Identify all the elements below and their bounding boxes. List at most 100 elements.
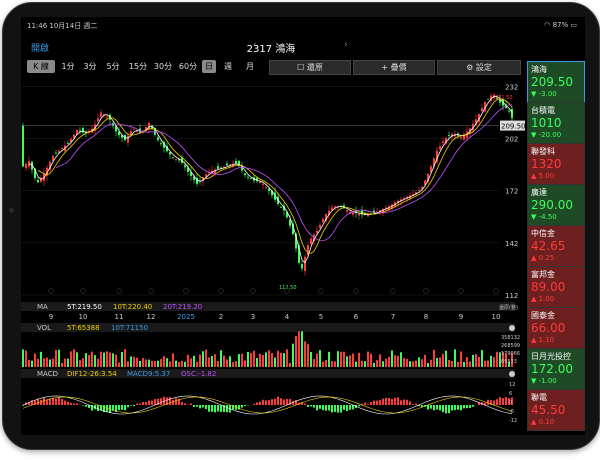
volume-bar — [121, 351, 123, 367]
stock-chart[interactable]: 232202172142112209.50 231.50 112.50 MA 5… — [21, 75, 525, 435]
watchlist-item-price: 290.00 — [531, 198, 573, 212]
macd-collapse-icon[interactable] — [509, 371, 515, 377]
volume-bar — [157, 360, 159, 367]
macd-bar — [181, 402, 183, 405]
macd-bar — [433, 405, 435, 411]
time-tick: 6 — [354, 313, 359, 321]
macd-bar — [469, 405, 471, 408]
watchlist-item[interactable]: 台積電 1010 ▼ -20.00 — [527, 102, 585, 144]
macd-tick: 12 — [509, 382, 515, 388]
candle-body — [481, 107, 483, 112]
volume-tick: 358132 — [501, 335, 520, 341]
period-week[interactable]: 週 — [221, 60, 235, 73]
watchlist-item[interactable]: 廣達 290.00 ▼ -4.50 — [527, 184, 585, 226]
next-stock-icon[interactable]: › — [344, 40, 348, 50]
period-30min[interactable]: 30分 — [152, 60, 174, 73]
ma-label[interactable]: MA — [37, 303, 48, 311]
volume-bar — [208, 357, 210, 367]
macd-bar — [502, 398, 504, 405]
volume-bar — [268, 350, 270, 367]
volume-bar — [367, 351, 369, 367]
macd-bar — [121, 405, 123, 410]
watchlist-item[interactable]: 日月光投控 172.00 ▼ -1.00 — [527, 348, 585, 390]
candle-body — [511, 109, 513, 119]
macd-bar — [505, 397, 507, 405]
volume-bar — [109, 352, 111, 367]
volume-bar — [322, 361, 324, 367]
reset-zoom-button[interactable]: 還原(整) — [499, 304, 518, 311]
volume-bar — [46, 357, 48, 367]
period-toolbar: K 線 1分 3分 5分 15分 30分 60分 日 週 月 ☐ 還原 + 疊價… — [21, 60, 521, 75]
watchlist-item[interactable]: 聯發科 1320 ▲ 5.00 — [527, 143, 585, 185]
period-3min[interactable]: 3分 — [81, 60, 99, 73]
candle-body — [127, 135, 129, 143]
volume-bar — [400, 352, 402, 367]
macd-bar — [292, 401, 294, 405]
macd-label[interactable]: MACD — [37, 370, 58, 378]
candle-body — [130, 131, 132, 135]
volume-bar — [61, 362, 63, 367]
period-60min[interactable]: 60分 — [177, 60, 199, 73]
volume-bar — [310, 351, 312, 367]
k-line-button[interactable]: K 線 — [27, 60, 55, 73]
macd-bar — [145, 402, 147, 405]
volume-bar — [361, 360, 363, 367]
volume-bar — [295, 336, 297, 367]
period-15min[interactable]: 15分 — [127, 60, 149, 73]
watchlist-item-name: 廣達 — [531, 188, 547, 197]
volume-bar — [466, 357, 468, 367]
macd-bar — [388, 397, 390, 405]
period-day[interactable]: 日 — [202, 60, 216, 73]
volume-bar — [55, 350, 57, 367]
watchlist-item[interactable]: 鴻海 209.50 ▼ -3.00 — [527, 61, 585, 103]
macd-bar — [364, 402, 366, 405]
restore-toggle[interactable]: ☐ 還原 — [269, 60, 351, 75]
overlay-button[interactable]: + 疊價 — [353, 60, 435, 75]
macd-bar — [283, 399, 285, 405]
period-1min[interactable]: 1分 — [59, 60, 77, 73]
candle-body — [67, 142, 69, 144]
settings-button[interactable]: ⚙ 設定 — [437, 60, 521, 75]
macd-bar — [76, 403, 78, 405]
watchlist-item-change: ▲ 0.10 — [531, 418, 555, 426]
macd-bar — [430, 405, 432, 409]
macd-bar — [49, 398, 51, 405]
candle-body — [160, 143, 162, 145]
watchlist-item[interactable]: 富邦金 89.00 ▲ 1.00 — [527, 266, 585, 308]
volume-bar — [496, 351, 498, 367]
macd-bar — [190, 403, 192, 405]
macd-bar — [358, 405, 360, 407]
period-month[interactable]: 月 — [243, 60, 257, 73]
watchlist-item-price: 1010 — [531, 116, 562, 130]
candle-body — [487, 98, 489, 100]
macd-bar — [385, 397, 387, 405]
macd-bar — [64, 400, 66, 405]
gear-icon: ⚙ — [466, 63, 474, 72]
macd-bar — [334, 405, 336, 412]
macd-bar — [445, 405, 447, 414]
macd-bar — [310, 405, 312, 407]
volume-bar — [85, 353, 87, 367]
macd-tick: -6 — [509, 409, 514, 415]
watchlist-item[interactable]: 中信金 42.65 ▲ 0.25 — [527, 225, 585, 267]
macd-bar — [202, 405, 204, 408]
watchlist-item[interactable]: 國泰金 66.00 ▲ 1.10 — [527, 307, 585, 349]
volume-bar — [355, 361, 357, 367]
time-tick: 5 — [319, 313, 323, 321]
volume-bar — [88, 355, 90, 367]
candle-body — [439, 146, 441, 150]
price-tick: 112 — [505, 292, 518, 300]
watchlist-item[interactable]: 聯電 45.50 ▲ 0.10 — [527, 389, 585, 431]
volume-bar — [241, 353, 243, 367]
watchlist-item-name: 國泰金 — [531, 311, 555, 320]
candle-body — [460, 136, 462, 139]
period-5min[interactable]: 5分 — [104, 60, 122, 73]
macd-bar — [370, 401, 372, 405]
macd-bar — [337, 405, 339, 413]
macd-bar — [313, 405, 315, 408]
vol-label[interactable]: VOL — [37, 324, 51, 332]
volume-bar — [319, 350, 321, 367]
vol-collapse-icon[interactable] — [509, 325, 515, 331]
candle-body — [442, 141, 444, 143]
volume-bar — [193, 355, 195, 367]
